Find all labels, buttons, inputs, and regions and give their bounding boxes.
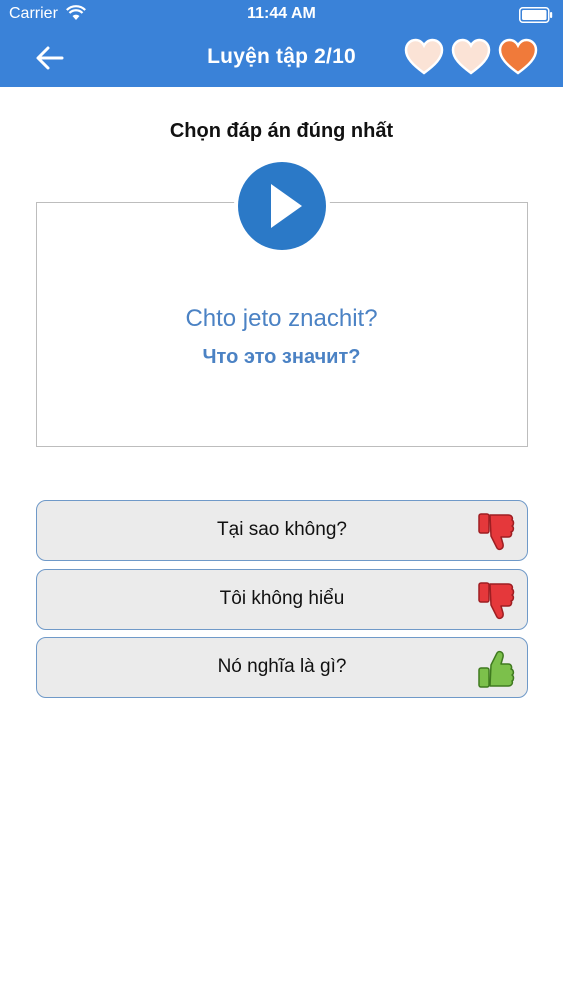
heart-empty-icon: [451, 37, 491, 77]
play-audio-button[interactable]: [234, 158, 330, 254]
question-cyrillic: Что это значит?: [202, 346, 361, 368]
play-icon: [238, 162, 326, 250]
thumbs-down-icon: [475, 510, 519, 554]
answer-option[interactable]: Nó nghĩa là gì?: [36, 637, 528, 698]
heart-full-icon: [498, 37, 538, 77]
thumbs-up-icon: [475, 647, 519, 691]
lives-hearts: [404, 37, 544, 81]
answer-label: Tôi không hiểu: [219, 588, 345, 609]
thumbs-down-icon: [475, 579, 519, 623]
nav-bar: Luyện tập 2/10: [0, 30, 563, 87]
answer-label: Nó nghĩa là gì?: [217, 656, 347, 677]
answer-label: Tại sao không?: [217, 519, 347, 540]
heart-empty-icon: [404, 37, 444, 77]
answer-option[interactable]: Tại sao không?: [36, 500, 528, 561]
answer-option[interactable]: Tôi không hiểu: [36, 569, 528, 630]
instruction-text: Chọn đáp án đúng nhất: [169, 120, 394, 142]
status-bar: Carrier 11:44 AM: [0, 0, 563, 30]
battery-icon: [519, 7, 553, 23]
clock: 11:44 AM: [247, 5, 316, 22]
question-transliteration: Chto jeto znachit?: [185, 305, 378, 332]
